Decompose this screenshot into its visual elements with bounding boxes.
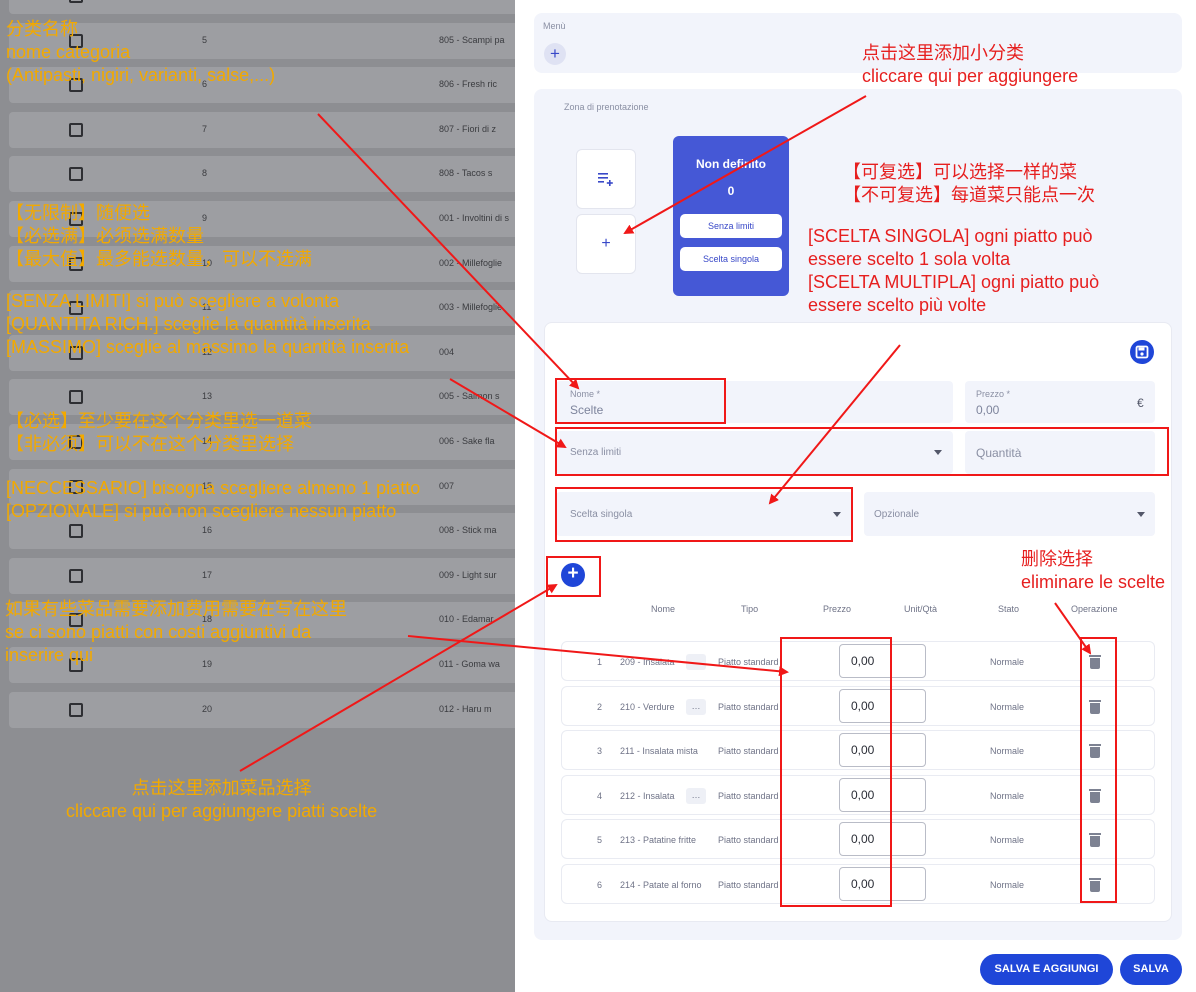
- annotation-category-name: 分类名称 nome categoria (Antipasti, nigiri, …: [6, 19, 276, 85]
- annotation-limits-zh: 【无限制】随便选 【必选满】必须选满数量 【最大值】最多能选数量，可以不选满: [6, 203, 312, 269]
- annotation-repeat-zh: 【可复选】可以选择一样的菜 【不可复选】每道菜只能点一次: [843, 162, 1095, 205]
- annotation-add-dish: 点击这里添加菜品选择 cliccare qui per aggiungere p…: [66, 778, 378, 821]
- annotation-extra-cost: 如果有些菜品需要添加费用需要在写在这里 se ci sono piatti co…: [5, 599, 347, 665]
- annotation-required-zh: 【必选】至少要在这个分类里选一道菜 【非必须】可以不在这个分类里选择: [6, 411, 312, 454]
- annotation-required-it: [NECCESSARIO] bisogna scegliere almeno 1…: [6, 478, 421, 521]
- annotation-limits-it: [SENZA LIMITI] si può scegliere a volont…: [6, 291, 410, 357]
- annotation-delete: 删除选择 eliminare le scelte: [1021, 549, 1166, 592]
- annotation-repeat-it: [SCELTA SINGOLA] ogni piatto può essere …: [808, 226, 1100, 315]
- annotation-add-sub: 点击这里添加小分类 cliccare qui per aggiungere: [862, 43, 1079, 86]
